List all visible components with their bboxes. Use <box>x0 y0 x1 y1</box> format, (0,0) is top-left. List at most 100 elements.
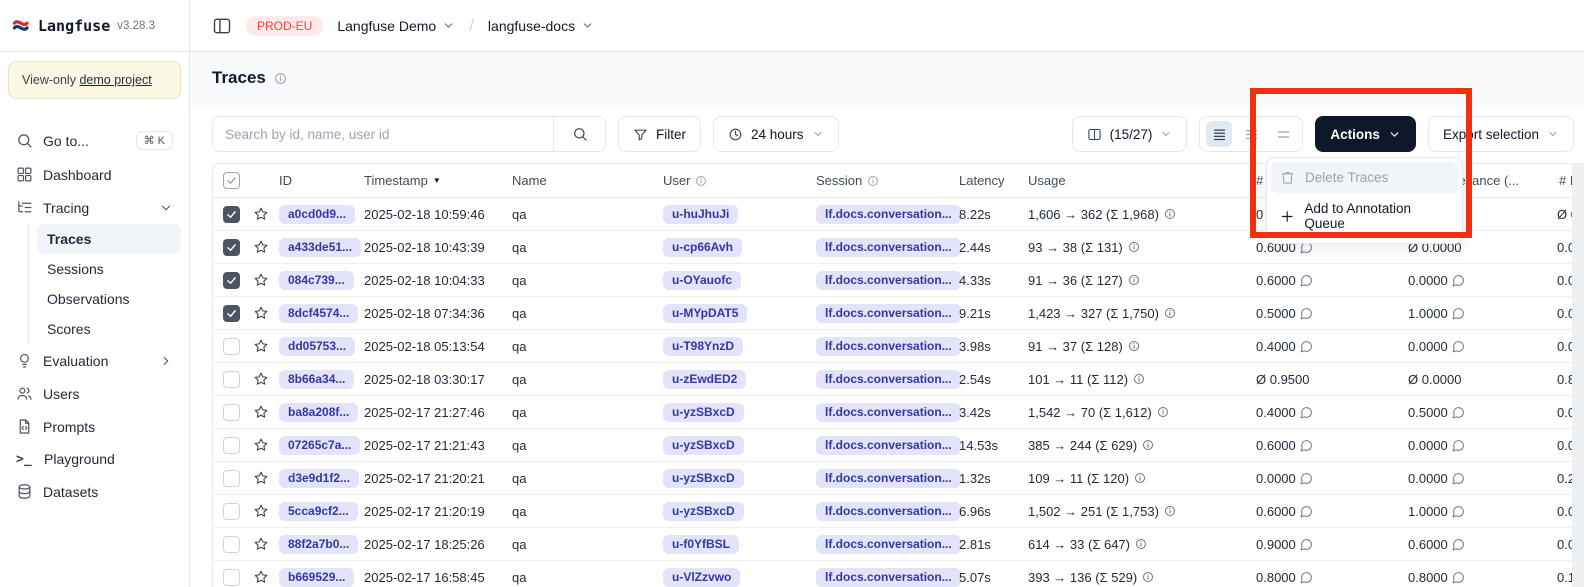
sidebar-item-playground[interactable]: >_ Playground <box>8 443 181 475</box>
search-input[interactable] <box>213 117 553 151</box>
table-row[interactable]: 084c739... 2025-02-18 10:04:33 qa u-OYau… <box>213 264 1583 297</box>
menu-item-add-to-annotation-queue[interactable]: Add to Annotation Queue <box>1271 193 1458 239</box>
session-id-pill[interactable]: lf.docs.conversation... <box>816 304 961 323</box>
session-id-pill[interactable]: lf.docs.conversation... <box>816 238 961 257</box>
session-id-pill[interactable]: lf.docs.conversation... <box>816 436 961 455</box>
table-row[interactable]: 5cca9cf2... 2025-02-17 21:20:19 qa u-yzS… <box>213 495 1583 528</box>
table-row[interactable]: ba8a208f... 2025-02-17 21:27:46 qa u-yzS… <box>213 396 1583 429</box>
table-row[interactable]: b669529... 2025-02-17 16:58:45 qa u-VlZz… <box>213 561 1583 587</box>
table-row[interactable]: 8b66a34... 2025-02-18 03:30:17 qa u-zEwd… <box>213 363 1583 396</box>
trace-id-pill[interactable]: 07265c7a... <box>279 436 360 455</box>
demo-project-link[interactable]: demo project <box>79 73 151 87</box>
table-row[interactable]: dd05753... 2025-02-18 05:13:54 qa u-T98Y… <box>213 330 1583 363</box>
sidebar-item-dashboard[interactable]: Dashboard <box>8 158 181 191</box>
sidebar-item-traces[interactable]: Traces <box>37 224 181 254</box>
row-checkbox[interactable] <box>223 338 240 355</box>
row-checkbox[interactable] <box>223 404 240 421</box>
sidebar-item-evaluation[interactable]: Evaluation <box>8 344 181 377</box>
session-id-pill[interactable]: lf.docs.conversation... <box>816 370 961 389</box>
star-icon[interactable] <box>253 569 269 585</box>
sidebar-item-observations[interactable]: Observations <box>37 284 181 314</box>
trace-id-pill[interactable]: a0cd0d9... <box>279 205 355 224</box>
user-id-pill[interactable]: u-yzSBxcD <box>663 403 744 422</box>
star-icon[interactable] <box>253 272 269 288</box>
session-id-pill[interactable]: lf.docs.conversation... <box>816 568 961 587</box>
user-id-pill[interactable]: u-f0YfBSL <box>663 535 739 554</box>
row-checkbox[interactable] <box>223 371 240 388</box>
row-checkbox[interactable] <box>223 536 240 553</box>
star-icon[interactable] <box>253 536 269 552</box>
user-id-pill[interactable]: u-yzSBxcD <box>663 436 744 455</box>
star-icon[interactable] <box>253 404 269 420</box>
row-height-small-button[interactable] <box>1206 121 1232 147</box>
row-checkbox[interactable] <box>223 569 240 586</box>
session-id-pill[interactable]: lf.docs.conversation... <box>816 403 961 422</box>
actions-button[interactable]: Actions <box>1315 116 1416 152</box>
star-icon[interactable] <box>253 437 269 453</box>
user-id-pill[interactable]: u-yzSBxcD <box>663 502 744 521</box>
row-height-medium-button[interactable] <box>1238 121 1264 147</box>
user-id-pill[interactable]: u-OYauofc <box>663 271 741 290</box>
menu-item-delete-traces[interactable]: Delete Traces <box>1271 162 1458 193</box>
user-id-pill[interactable]: u-zEwdED2 <box>663 370 746 389</box>
header-timestamp[interactable]: Timestamp▼ <box>364 173 512 188</box>
session-id-pill[interactable]: lf.docs.conversation... <box>816 337 961 356</box>
row-checkbox[interactable] <box>223 305 240 322</box>
trace-id-pill[interactable]: 88f2a7b0... <box>279 535 358 554</box>
row-checkbox[interactable] <box>223 503 240 520</box>
select-all-checkbox[interactable] <box>223 172 240 189</box>
sidebar-item-datasets[interactable]: Datasets <box>8 475 181 508</box>
user-id-pill[interactable]: u-yzSBxcD <box>663 469 744 488</box>
sidebar-item-sessions[interactable]: Sessions <box>37 254 181 284</box>
sidebar-item-goto[interactable]: Go to... ⌘ K <box>8 123 181 158</box>
star-icon[interactable] <box>253 239 269 255</box>
trace-id-pill[interactable]: dd05753... <box>279 337 355 356</box>
table-row[interactable]: 07265c7a... 2025-02-17 21:21:43 qa u-yzS… <box>213 429 1583 462</box>
row-checkbox[interactable] <box>223 206 240 223</box>
session-id-pill[interactable]: lf.docs.conversation... <box>816 535 961 554</box>
search-submit-button[interactable] <box>553 117 605 151</box>
row-checkbox[interactable] <box>223 470 240 487</box>
trace-id-pill[interactable]: 8b66a34... <box>279 370 354 389</box>
trace-id-pill[interactable]: b669529... <box>279 568 354 587</box>
table-row[interactable]: 88f2a7b0... 2025-02-17 18:25:26 qa u-f0Y… <box>213 528 1583 561</box>
table-row[interactable]: d3e9d1f2... 2025-02-17 21:20:21 qa u-yzS… <box>213 462 1583 495</box>
sidebar-item-prompts[interactable]: Prompts <box>8 410 181 443</box>
session-id-pill[interactable]: lf.docs.conversation... <box>816 502 961 521</box>
row-checkbox[interactable] <box>223 272 240 289</box>
org-selector[interactable]: Langfuse Demo <box>337 18 455 34</box>
star-icon[interactable] <box>253 470 269 486</box>
user-id-pill[interactable]: u-VlZzvwo <box>663 568 740 587</box>
session-id-pill[interactable]: lf.docs.conversation... <box>816 271 961 290</box>
trace-id-pill[interactable]: ba8a208f... <box>279 403 358 422</box>
sidebar-item-users[interactable]: Users <box>8 377 181 410</box>
trace-id-pill[interactable]: 5cca9cf2... <box>279 502 358 521</box>
star-icon[interactable] <box>253 305 269 321</box>
trace-id-pill[interactable]: 8dcf4574... <box>279 304 358 323</box>
star-icon[interactable] <box>253 503 269 519</box>
filter-button[interactable]: Filter <box>618 116 701 152</box>
vertical-scrollbar[interactable] <box>1572 163 1584 587</box>
session-id-pill[interactable]: lf.docs.conversation... <box>816 469 961 488</box>
trace-id-pill[interactable]: 084c739... <box>279 271 354 290</box>
project-selector[interactable]: langfuse-docs <box>488 18 594 34</box>
export-selection-button[interactable]: Export selection <box>1428 116 1574 152</box>
columns-button[interactable]: (15/27) <box>1072 116 1188 152</box>
time-range-button[interactable]: 24 hours <box>713 116 839 152</box>
trace-id-pill[interactable]: d3e9d1f2... <box>279 469 359 488</box>
sidebar-toggle-icon[interactable] <box>212 16 232 36</box>
user-id-pill[interactable]: u-cp66Avh <box>663 238 742 257</box>
sidebar-item-tracing[interactable]: Tracing <box>8 191 181 224</box>
user-id-pill[interactable]: u-huJhuJi <box>663 205 738 224</box>
table-row[interactable]: 8dcf4574... 2025-02-18 07:34:36 qa u-MYp… <box>213 297 1583 330</box>
star-icon[interactable] <box>253 206 269 222</box>
star-icon[interactable] <box>253 338 269 354</box>
user-id-pill[interactable]: u-T98YnzD <box>663 337 743 356</box>
star-icon[interactable] <box>253 371 269 387</box>
sidebar-item-scores[interactable]: Scores <box>37 314 181 344</box>
row-checkbox[interactable] <box>223 239 240 256</box>
session-id-pill[interactable]: lf.docs.conversation... <box>816 205 961 224</box>
trace-id-pill[interactable]: a433de51... <box>279 238 361 257</box>
user-id-pill[interactable]: u-MYpDAT5 <box>663 304 747 323</box>
row-checkbox[interactable] <box>223 437 240 454</box>
